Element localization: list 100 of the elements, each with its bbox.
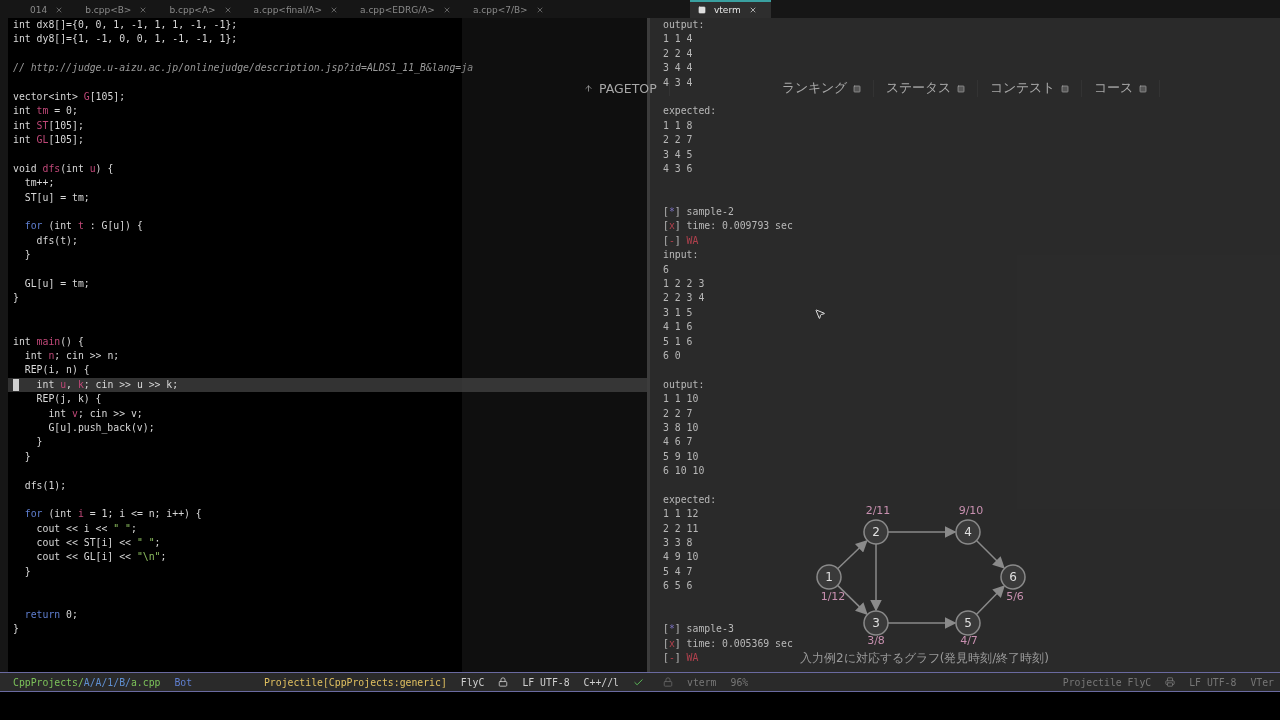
terminal-line: 4 3 6 — [662, 161, 693, 176]
nav-link[interactable]: コンテスト — [977, 80, 1082, 97]
editor-tab[interactable]: 014 — [22, 0, 78, 18]
project-name: Projectile[CppProjects:generic] — [263, 676, 447, 688]
buffer-name: vterm — [687, 676, 717, 688]
code-line: GL[u] = tm; — [23, 277, 90, 292]
code-line: G[u].push_back(v); — [47, 420, 155, 436]
code-line: int tm = 0; — [12, 104, 78, 119]
editor-tab[interactable]: a.cpp<7/B> — [464, 0, 558, 18]
code-line: } — [23, 449, 31, 464]
code-line: dfs(t); — [35, 233, 78, 248]
terminal-line: 1 2 2 3 — [662, 277, 705, 292]
close-icon[interactable] — [223, 6, 232, 14]
mouse-pointer-icon — [814, 308, 826, 320]
editor-tab[interactable]: a.cpp<EDRG/A> — [352, 0, 465, 18]
terminal-line: 3 3 8 — [662, 536, 693, 551]
code-line: int GL[105]; — [12, 133, 84, 148]
code-line: ST[u] = tm; — [23, 190, 90, 205]
major-mode: VTer — [1250, 676, 1274, 688]
terminal-line: input: — [662, 248, 699, 263]
graph-node: 2 — [862, 519, 889, 545]
edge-arrow — [886, 526, 956, 538]
editor-tab[interactable]: b.cpp<A> — [161, 0, 246, 18]
terminal-line: expected: — [662, 104, 717, 119]
close-icon[interactable] — [55, 6, 64, 14]
node-time-label: 3/8 — [866, 634, 885, 647]
square-icon — [852, 84, 861, 93]
nav-link[interactable]: コース — [1081, 80, 1160, 97]
terminal-line: 1 1 4 — [662, 32, 693, 47]
code-line: } — [12, 622, 19, 637]
nav-link[interactable]: ランキング — [769, 80, 874, 97]
node-time-label: 2/11 — [865, 504, 890, 517]
code-line: } — [12, 291, 19, 306]
code-line: int ST[105]; — [12, 118, 84, 133]
editor-tab[interactable]: b.cpp<B> — [77, 0, 162, 18]
node-time-label: 1/12 — [820, 590, 845, 603]
terminal-line: 3 1 5 — [662, 305, 693, 320]
terminal-line: 1 1 8 — [662, 118, 693, 133]
terminal-line: 2 2 4 — [662, 46, 693, 61]
graph-node: 1 — [815, 564, 842, 590]
close-icon[interactable] — [535, 6, 544, 14]
graph-node: 6 — [999, 564, 1026, 590]
terminal-line: 5 9 10 — [662, 449, 699, 464]
code-line: REP(j, k) { — [35, 392, 102, 407]
terminal-line: expected: — [662, 492, 717, 507]
code-line: int dx8[]={0, 0, 1, -1, 1, 1, -1, -1}; — [12, 18, 238, 32]
checker-status: FlyC — [460, 676, 485, 688]
terminal-line: [-] WA — [662, 651, 699, 666]
terminal-tab[interactable]: vterm — [690, 0, 771, 18]
terminal-line: output: — [662, 18, 705, 32]
terminal-line: 2 2 11 — [662, 521, 699, 536]
printer-icon — [1165, 677, 1176, 687]
terminal-line: 1 1 12 — [662, 507, 699, 522]
node-time-label: 9/10 — [958, 504, 983, 517]
terminal-line: [-] WA — [662, 233, 699, 248]
square-icon — [1060, 84, 1069, 93]
major-mode: C++//l — [583, 676, 619, 688]
terminal-line: 2 2 7 — [662, 133, 693, 148]
code-line: cout << i << " "; — [35, 521, 137, 536]
nav-link[interactable]: ステータス — [873, 80, 978, 97]
code-line: cout << GL[i] << "\n"; — [35, 550, 167, 565]
code-line: void dfs(int u) { — [12, 161, 114, 176]
edge-arrow — [975, 539, 1005, 569]
check-icon — [633, 676, 644, 688]
terminal-line: output: — [662, 377, 705, 392]
node-time-label: 5/6 — [1005, 590, 1024, 603]
close-icon[interactable] — [442, 6, 451, 14]
terminal-line: 3 4 5 — [662, 147, 693, 162]
code-line: // http://judge.u-aizu.ac.jp/onlinejudge/description.jsp?id=ALDS1_11_B&lang=ja — [12, 61, 474, 76]
lock-icon — [663, 677, 673, 687]
scroll-position: Bot — [174, 676, 193, 688]
terminal-line: 6 5 6 — [662, 579, 693, 594]
editor-tab[interactable]: a.cpp<final/A> — [245, 0, 352, 18]
terminal-line: 4 1 6 — [662, 320, 693, 335]
scroll-position: 96% — [730, 676, 749, 688]
terminal-line: 2 2 3 4 — [662, 291, 705, 306]
graph-node: 4 — [954, 519, 981, 545]
terminal-line: 6 — [662, 262, 669, 277]
terminal-line: 3 4 4 — [662, 61, 693, 76]
terminal-line: 3 8 10 — [662, 420, 699, 435]
code-line: } — [35, 435, 43, 450]
close-icon[interactable] — [330, 6, 338, 14]
terminal-line: 1 1 10 — [662, 392, 699, 407]
terminal-line: [x] time: 0.009793 sec — [662, 219, 793, 234]
terminal-line: 5 4 7 — [662, 564, 693, 579]
terminal-line: 6 0 — [662, 349, 681, 363]
code-line: int dy8[]={1, -1, 0, 0, 1, -1, -1, 1}; — [12, 32, 238, 47]
graph-caption: 入力例2に対応するグラフ(発見時刻/終了時刻) — [800, 650, 1050, 667]
terminal-line: 2 2 7 — [662, 406, 693, 421]
encoding: LF UTF-8 — [522, 676, 570, 688]
close-icon[interactable] — [748, 6, 757, 14]
code-line: int main() { — [12, 334, 84, 349]
file-path: CppProjects/A/A/1/B/a.cpp — [13, 676, 161, 688]
close-icon[interactable] — [139, 6, 148, 14]
project-name: Projectile FlyC — [1062, 676, 1152, 688]
terminal-line: [*] sample-3 — [662, 622, 734, 637]
code-line: return 0; — [23, 608, 78, 622]
code-line: for (int t : G[u]) { — [23, 219, 143, 234]
code-line: for (int i = 1; i <= n; i++) { — [23, 507, 202, 522]
code-line: } — [23, 564, 31, 579]
